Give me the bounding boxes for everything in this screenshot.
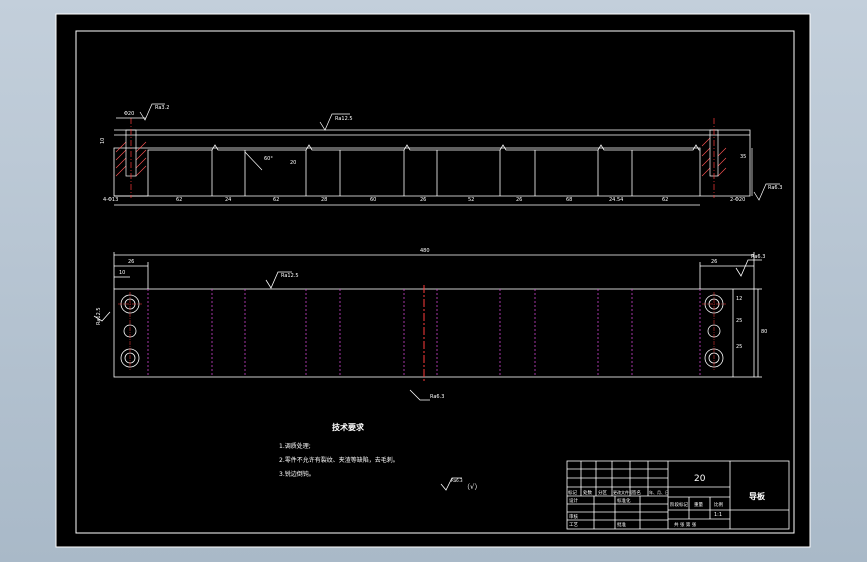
bottom-roughness-left: Ra12.5 xyxy=(96,307,102,325)
rev-col: 签名 xyxy=(632,489,641,496)
rev-col: 分区 xyxy=(598,489,607,496)
dim-v2: 25 xyxy=(736,318,742,324)
dim-overall-length: 480 xyxy=(420,248,430,254)
dim-v3: 25 xyxy=(736,344,742,350)
rev-col: 处数 xyxy=(583,489,592,496)
dim-right-holes: 2-Φ20 xyxy=(730,197,745,203)
segment-dim: 62 xyxy=(273,197,279,203)
tb-check: 审核 xyxy=(569,513,578,520)
rev-col: 标记 xyxy=(568,489,577,496)
segment-dim: 26 xyxy=(420,197,426,203)
title-part-name: 导板 xyxy=(749,491,766,501)
note-item: 2.零件不允许有裂纹、夹渣等缺陷，去毛刺。 xyxy=(279,456,399,464)
tb-stage: 阶段标记 xyxy=(670,501,688,508)
bottom-roughness-right: Ra6.3 xyxy=(751,254,765,260)
dim-total-height: 80 xyxy=(761,329,767,335)
drawing-sheet xyxy=(55,13,811,548)
segment-dim: 28 xyxy=(321,197,327,203)
tb-design: 设计 xyxy=(569,497,578,504)
dim-slot-angle: 60° xyxy=(264,156,273,162)
dim-left-holes: 4-Φ13 xyxy=(103,197,118,203)
dim-right-edge: 26 xyxy=(711,259,717,265)
rev-row: 标记 处数 分区 更改文件号 签名 年、月、日 xyxy=(568,489,669,496)
segment-dim: 68 xyxy=(566,197,572,203)
segment-dim: 62 xyxy=(176,197,182,203)
dim-left-edge: 26 xyxy=(128,259,134,265)
other-roughness-paren: （√） xyxy=(463,483,481,491)
segment-dim: 26 xyxy=(516,197,522,203)
segment-dim: 24 xyxy=(225,197,231,203)
segment-dim: 52 xyxy=(468,197,474,203)
dim-left-height: 10 xyxy=(100,138,106,144)
dim-v1: 12 xyxy=(736,296,742,302)
top-roughness-main: Ra12.5 xyxy=(335,116,353,122)
dim-slot-depth: 20 xyxy=(290,160,296,166)
tb-scale: 1:1 xyxy=(714,512,722,518)
bottom-roughness-bottom: Ra6.3 xyxy=(430,394,444,400)
tb-sheet: 共 张 第 张 xyxy=(674,521,697,528)
notes-title: 技术要求 xyxy=(332,422,365,432)
note-item: 3.锐边倒钝。 xyxy=(279,470,315,478)
segment-dim: 24.54 xyxy=(609,197,623,203)
dim-left-hole: 10 xyxy=(119,270,125,276)
tb-standardization: 标准化 xyxy=(617,497,631,504)
title-number: 20 xyxy=(694,474,706,484)
top-roughness-right: Ra6.3 xyxy=(768,185,782,191)
tb-scale-label: 比例 xyxy=(714,501,723,508)
segment-dim: 60 xyxy=(370,197,376,203)
other-roughness-label: Ra6.3 xyxy=(451,478,463,483)
tb-process: 工艺 xyxy=(569,522,578,528)
cad-viewport[interactable]: Ra12.5 Ra3.2 Ra6.3 Φ20 10 20 60° 35 4-Φ1… xyxy=(0,0,867,562)
bottom-roughness-top: Ra12.5 xyxy=(281,273,299,279)
note-item: 1.调质处理; xyxy=(279,442,311,450)
rev-col: 年、月、日 xyxy=(649,489,669,495)
tb-weight: 重量 xyxy=(694,501,703,508)
segment-dim: 62 xyxy=(662,197,668,203)
dim-hole-dia: Φ20 xyxy=(124,111,134,117)
tb-approve: 批准 xyxy=(617,521,626,528)
engineering-drawing: Ra12.5 Ra3.2 Ra6.3 Φ20 10 20 60° 35 4-Φ1… xyxy=(55,13,811,548)
rev-col: 更改文件号 xyxy=(613,489,633,495)
dim-right-height: 35 xyxy=(740,154,746,160)
top-roughness-left: Ra3.2 xyxy=(155,105,169,111)
